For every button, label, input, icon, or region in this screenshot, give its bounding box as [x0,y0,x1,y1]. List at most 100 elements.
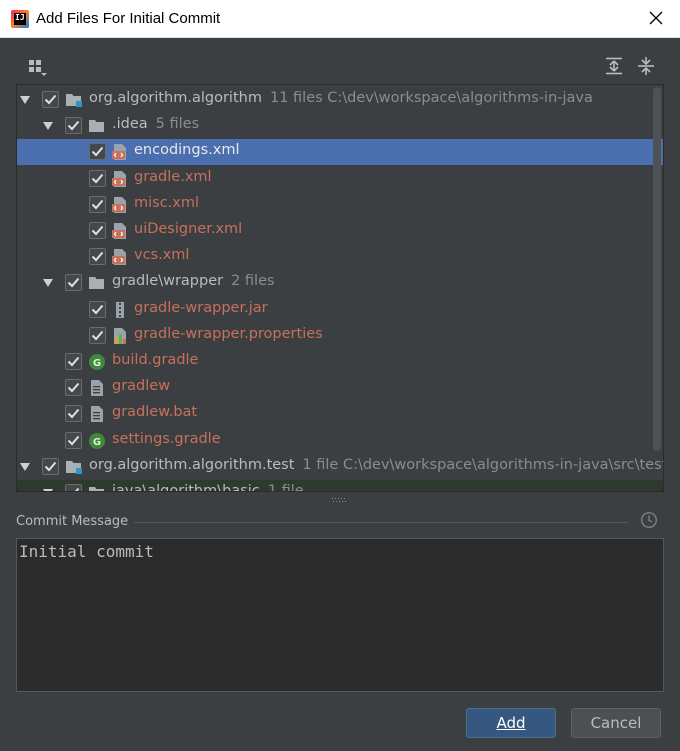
tree-row[interactable]: .idea 5 files [17,113,663,139]
tree-row-label: gradle.xml [134,169,212,185]
tree-row[interactable]: gradlew [17,375,663,401]
row-checkbox[interactable] [89,143,106,161]
tree-row[interactable]: gradle-wrapper.jar [17,297,663,323]
splitter-handle[interactable] [330,492,350,502]
tree-scrollbar[interactable] [653,87,661,451]
xml-file-icon [111,222,129,240]
text-file-icon [88,379,106,397]
jar-file-icon [111,301,129,319]
row-checkbox[interactable] [89,195,106,213]
row-checkbox[interactable] [65,353,82,370]
check-icon [67,121,80,131]
tree-row[interactable]: Gsettings.gradle [17,428,663,454]
row-checkbox[interactable] [42,457,59,475]
text-file-icon [88,405,106,423]
expand-all-icon [606,57,622,75]
file-count: 1 file [267,483,304,492]
gradle-icon: G [88,432,106,450]
changes-tree[interactable]: org.algorithm.algorithm 11 files C:\dev\w… [16,84,664,492]
row-checkbox[interactable] [89,169,106,187]
expand-all-button[interactable] [605,57,623,79]
close-button[interactable] [646,8,666,28]
file-count: 5 files [155,116,200,133]
expand-arrow-icon[interactable] [42,121,54,131]
intellij-app-icon: IJ [11,9,29,28]
gradle-icon: G [88,353,106,371]
commit-history-button[interactable] [640,511,658,529]
collapse-all-icon [638,57,654,75]
check-icon [67,435,80,446]
row-checkbox[interactable] [89,222,106,239]
check-icon [91,225,104,236]
close-icon [649,11,663,25]
file-count: 11 files C:\dev\workspace\algorithms-in-… [269,90,593,106]
tree-row[interactable]: gradlew.bat [17,401,663,427]
tree-row-label: build.gradle [112,352,198,368]
tree-row[interactable]: uiDesigner.xml [17,218,663,244]
collapse-all-button[interactable] [637,57,655,79]
tree-row[interactable]: gradle\wrapper 2 files [17,270,663,296]
check-icon [91,330,104,341]
group-by-button[interactable] [28,59,48,81]
file-name: org.algorithm.algorithm [89,90,262,106]
grip-icon [332,498,346,502]
tree-row[interactable]: org.algorithm.algorithm.test 1 file C:\de… [17,454,663,480]
add-button[interactable]: Add [466,708,556,738]
window-title: Add Files For Initial Commit [36,10,221,27]
file-name: java\algorithm\basic [112,483,260,492]
cancel-button[interactable]: Cancel [571,708,661,738]
tree-row[interactable]: Gbuild.gradle [17,349,663,375]
tree-row[interactable]: gradle-wrapper.properties [17,323,663,349]
row-checkbox[interactable] [65,379,82,397]
tree-row[interactable]: vcs.xml [17,244,663,270]
expand-arrow-icon[interactable] [19,462,31,472]
file-name: misc.xml [134,194,200,211]
check-icon [91,173,104,184]
file-name: vcs.xml [134,247,190,264]
check-icon [67,278,80,288]
tree-row[interactable]: misc.xml [17,192,663,218]
row-checkbox[interactable] [65,405,82,423]
tree-row[interactable]: encodings.xml [17,139,663,166]
folder-icon [88,484,106,491]
folder-icon [88,117,106,135]
folder-icon [88,274,106,292]
row-checkbox[interactable] [89,248,106,266]
tree-row[interactable]: org.algorithm.algorithm 11 files C:\dev\w… [17,87,663,113]
tree-row-label: uiDesigner.xml [134,221,242,237]
tree-row[interactable]: java\algorithm\basic 1 file [17,480,663,492]
check-icon [67,356,80,367]
tree-row-label: misc.xml [134,195,199,211]
expand-arrow-icon[interactable] [42,488,54,491]
properties-file-icon [111,327,129,345]
svg-text:G: G [93,358,101,369]
file-name: gradle\wrapper [112,273,224,290]
xml-file-icon [111,196,129,214]
tree-row-label: settings.gradle [112,431,221,447]
row-checkbox[interactable] [65,274,82,292]
separator [134,522,628,523]
row-checkbox[interactable] [65,484,82,491]
title-bar: IJ Add Files For Initial Commit [0,0,680,38]
row-checkbox[interactable] [65,431,82,449]
row-checkbox[interactable] [65,117,82,135]
commit-message-input[interactable]: Initial commit [16,538,664,692]
row-checkbox[interactable] [89,326,106,344]
expand-arrow-icon[interactable] [19,95,31,105]
check-icon [44,94,57,105]
tree-row-label: org.algorithm.algorithm 11 files C:\dev\w… [89,90,593,106]
expand-arrow-icon[interactable] [42,278,54,288]
clock-icon [640,511,658,529]
tree-row-label: java\algorithm\basic 1 file [112,483,304,492]
row-checkbox[interactable] [42,91,59,108]
tree-row[interactable]: gradle.xml [17,166,663,192]
tree-row-label: gradlew [112,378,170,394]
svg-text:G: G [93,437,101,448]
file-name: .idea [112,116,148,133]
tree-row-label: encodings.xml [134,142,239,158]
tree-row-label: org.algorithm.algorithm.test 1 file C:\de… [89,457,663,473]
file-name: gradle-wrapper.properties [134,325,323,342]
row-checkbox[interactable] [89,300,106,318]
tree-row-label: .idea 5 files [112,116,199,132]
file-name: gradlew.bat [112,404,198,421]
